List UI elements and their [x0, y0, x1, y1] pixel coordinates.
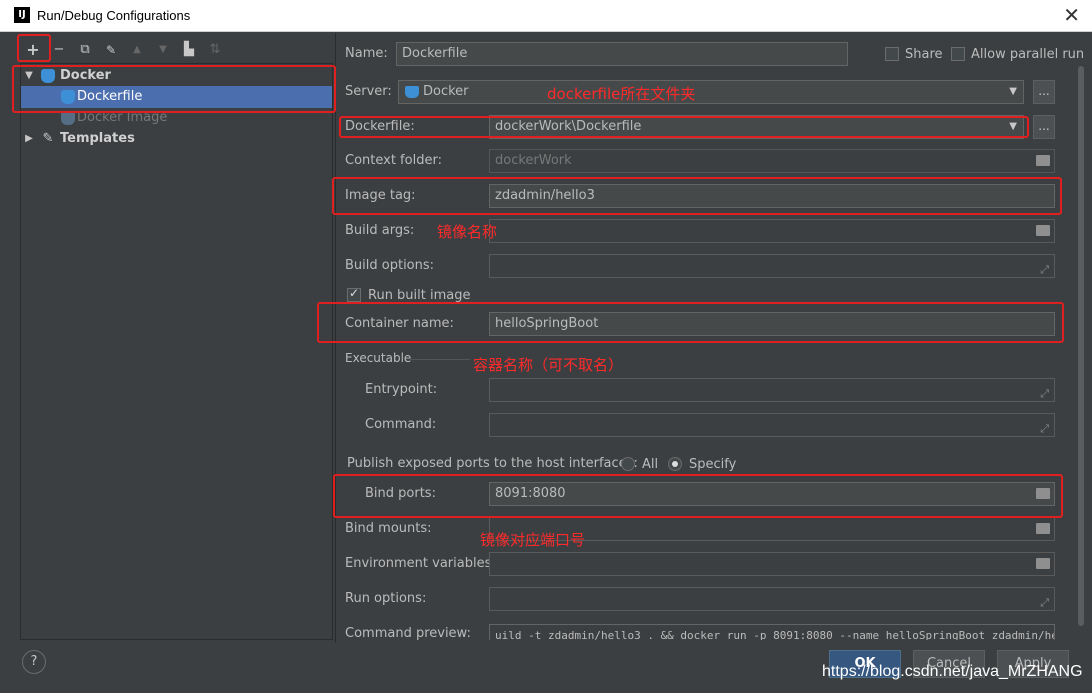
entrypoint-label: Entrypoint:	[365, 382, 438, 397]
annotation-note-ports: 镜像对应端口号	[480, 531, 586, 549]
server-select[interactable]: Docker ▼	[398, 80, 1024, 104]
scrollbar-track[interactable]	[1077, 66, 1085, 636]
share-checkbox[interactable]	[885, 47, 899, 61]
wrench-icon: ✎	[42, 131, 54, 146]
build-args-label: Build args:	[345, 223, 415, 238]
annotation-box-add	[17, 34, 51, 62]
expand-icon[interactable]: ⤢	[1040, 418, 1049, 436]
dockerfile-browse-button[interactable]: ...	[1033, 115, 1055, 139]
run-built-image-checkbox[interactable]	[347, 286, 361, 302]
annotation-box-bind-ports	[333, 474, 1063, 518]
expand-icon[interactable]: ⤢	[1040, 592, 1049, 610]
context-folder-value: dockerWork	[495, 153, 572, 168]
build-args-input[interactable]	[489, 219, 1055, 243]
executable-section-label: Executable	[345, 351, 412, 365]
allow-parallel-checkbox[interactable]	[951, 47, 965, 61]
docker-icon	[405, 86, 419, 98]
sort-icon[interactable]: ⇅	[206, 40, 224, 60]
expand-icon[interactable]: ⤢	[1040, 259, 1049, 277]
section-divider	[410, 359, 470, 360]
config-tree: ▼ Docker Dockerfile Docker Image ▶ ✎ Tem…	[20, 63, 333, 640]
build-options-label: Build options:	[345, 258, 435, 273]
annotation-box-image-tag	[332, 177, 1062, 215]
annotation-box-dockerfile	[339, 116, 1029, 138]
command-preview-row: Command preview: uild -t zdadmin/hello3 …	[340, 622, 1070, 640]
move-down-icon[interactable]: ▼	[154, 40, 172, 60]
folder-icon[interactable]: ▙	[180, 40, 198, 60]
command-input[interactable]: ⤢	[489, 413, 1055, 437]
specify-radio-label: Specify	[689, 457, 737, 472]
copy-icon[interactable]: ⧉	[76, 40, 94, 60]
collapse-arrow-icon[interactable]: ▶	[23, 128, 35, 150]
folder-icon[interactable]	[1036, 523, 1050, 534]
watermark-text: https://blog.csdn.net/java_MrZHANG	[822, 663, 1083, 680]
context-folder-input[interactable]: dockerWork	[489, 149, 1055, 173]
folder-icon[interactable]	[1036, 558, 1050, 569]
tree-label: Templates	[60, 131, 135, 146]
server-browse-button[interactable]: ...	[1033, 80, 1055, 104]
server-value: Docker	[423, 84, 469, 99]
all-radio[interactable]	[621, 457, 635, 471]
annotation-note-image: 镜像名称	[437, 223, 498, 241]
all-radio-label: All	[642, 457, 659, 472]
command-preview-label: Command preview:	[345, 626, 471, 640]
scrollbar-thumb[interactable]	[1078, 66, 1084, 626]
command-preview-field[interactable]: uild -t zdadmin/hello3 . && docker run -…	[489, 624, 1055, 640]
server-label: Server:	[345, 84, 392, 99]
folder-icon[interactable]	[1036, 225, 1050, 236]
name-label: Name:	[345, 46, 388, 61]
run-options-input[interactable]: ⤢	[489, 587, 1055, 611]
bind-mounts-label: Bind mounts:	[345, 521, 432, 536]
allow-parallel-label: Allow parallel run	[971, 47, 1085, 62]
command-label: Command:	[365, 417, 437, 432]
name-input[interactable]: Dockerfile	[396, 42, 848, 66]
annotation-note-container: 容器名称（可不取名）	[473, 356, 624, 374]
annotation-box-container	[317, 302, 1064, 343]
run-debug-dialog: IJ Run/Debug Configurations ✕ + − ⧉ ✎ ▲ …	[0, 0, 1092, 693]
docker-icon	[61, 111, 75, 125]
wrench-icon[interactable]: ✎	[102, 40, 120, 60]
chevron-down-icon: ▼	[1009, 86, 1017, 97]
annotation-note-dockerfile: dockerfile所在文件夹	[547, 85, 696, 103]
entrypoint-input[interactable]: ⤢	[489, 378, 1055, 402]
build-options-input[interactable]: ⤢	[489, 254, 1055, 278]
help-button[interactable]: ?	[22, 650, 46, 674]
window-title: Run/Debug Configurations	[37, 8, 191, 23]
title-bar: IJ Run/Debug Configurations ✕	[0, 0, 1092, 32]
context-folder-label: Context folder:	[345, 153, 442, 168]
move-up-icon[interactable]: ▲	[128, 40, 146, 60]
env-vars-label: Environment variables:	[345, 556, 496, 571]
run-built-image-label: Run built image	[368, 288, 471, 303]
annotation-box-tree	[12, 65, 336, 113]
share-label: Share	[905, 47, 943, 62]
run-options-label: Run options:	[345, 591, 427, 606]
tree-node-templates[interactable]: ▶ ✎ Templates	[21, 128, 332, 150]
expand-icon[interactable]: ⤢	[1040, 383, 1049, 401]
intellij-icon: IJ	[14, 7, 30, 23]
specify-radio[interactable]	[668, 457, 682, 471]
folder-icon[interactable]	[1036, 155, 1050, 166]
remove-icon[interactable]: −	[50, 40, 68, 60]
env-vars-input[interactable]	[489, 552, 1055, 576]
publish-ports-label: Publish exposed ports to the host interf…	[347, 456, 638, 471]
close-icon[interactable]: ✕	[1063, 3, 1080, 27]
